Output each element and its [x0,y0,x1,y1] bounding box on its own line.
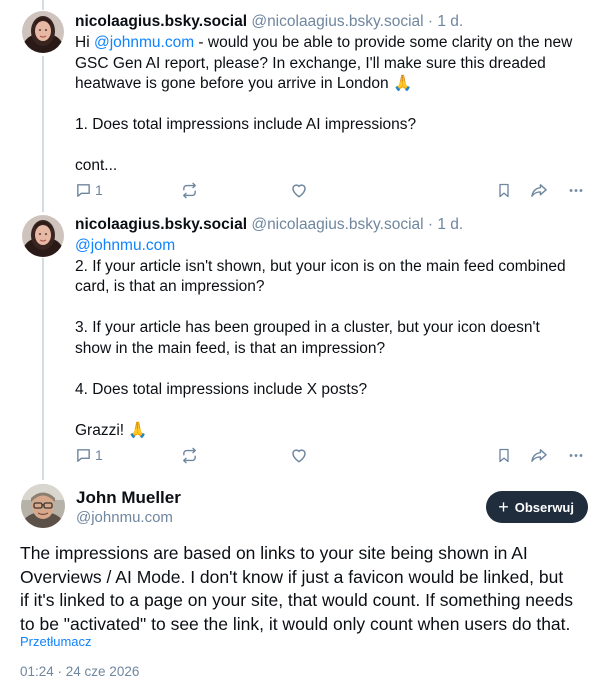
question-3-cont: show in the main feed, is that an impres… [75,339,386,357]
repost-button[interactable] [181,444,198,466]
mention-link[interactable]: @johnmu.com [94,34,194,51]
bookmark-icon [499,448,509,462]
reply-count: 1 [95,182,103,198]
text-line: Overviews / AI Mode. I don't know if jus… [20,566,564,587]
post-text: Hi @johnmu.com - would you be able to pr… [75,33,596,177]
post-header: nicolaagius.bsky.social @nicolaagius.bsk… [75,12,596,32]
bookmark-button[interactable] [496,179,512,201]
repost-icon [183,447,196,463]
reply-post-2[interactable]: nicolaagius.bsky.social @nicolaagius.bsk… [0,210,610,475]
reply-count: 1 [95,447,103,463]
text-line: The impressions are based on links to yo… [20,543,528,563]
separator: · [423,13,438,30]
reply-post-1[interactable]: nicolaagius.bsky.social @nicolaagius.bsk… [0,0,610,210]
post-time[interactable]: 1 d. [437,216,463,233]
follow-label: Obserwuj [514,499,574,515]
post-actions: 1 [75,179,592,201]
reply-icon [77,448,90,462]
author-name[interactable]: nicolaagius.bsky.social [75,216,247,233]
author-handle[interactable]: @nicolaagius.bsky.social [251,13,423,30]
post-timestamp[interactable]: 01:24 · 24 cze 2026 [20,664,139,679]
question-2: 2. If your article isn't shown, but your… [75,257,566,275]
avatar[interactable] [22,11,64,53]
text-line: GSC Gen AI report, please? In exchange, … [75,54,546,72]
greeting-text: Hi [75,34,94,51]
like-button[interactable] [290,179,308,201]
text-line: - would you be able to provide some clar… [194,34,573,51]
question-3: 3. If your article has been grouped in a… [75,319,540,336]
separator: · [423,216,438,233]
share-icon [531,448,547,462]
text-line: to be "activated" to see the link, it wo… [20,613,571,634]
reply-icon [77,183,90,197]
question-2-cont: card, is that an impression? [75,278,265,295]
follow-button[interactable]: + Obserwuj [486,491,588,523]
more-button[interactable] [567,444,585,466]
author-name[interactable]: John Mueller [76,487,181,509]
share-button[interactable] [530,179,548,201]
more-button[interactable] [567,179,585,201]
cont-text: cont... [75,157,118,174]
more-icon [569,453,583,457]
avatar[interactable] [21,484,65,528]
share-icon [531,183,547,197]
post-time[interactable]: 1 d. [437,13,463,30]
translate-link[interactable]: Przetłumacz [20,634,92,649]
post-header: nicolaagius.bsky.social @nicolaagius.bsk… [75,215,596,235]
author-handle[interactable]: @johnmu.com [76,508,173,528]
post-actions: 1 [75,444,592,466]
author-name[interactable]: nicolaagius.bsky.social [75,13,247,30]
like-button[interactable] [290,444,308,466]
post-text: @johnmu.com 2. If your article isn't sho… [75,236,596,441]
share-button[interactable] [530,444,548,466]
question-4: 4. Does total impressions include X post… [75,380,368,398]
avatar[interactable] [22,215,64,257]
question-1: 1. Does total impressions include AI imp… [75,116,417,133]
text-line: heatwave is gone before you arrive in Lo… [75,75,413,92]
reply-button[interactable]: 1 [75,444,103,466]
plus-icon: + [498,497,509,517]
text-line: if it's linked to a page on your site, t… [20,590,573,610]
reply-button[interactable]: 1 [75,179,103,201]
bookmark-button[interactable] [496,444,512,466]
repost-icon [183,182,196,198]
like-icon [292,184,306,198]
mention-link[interactable]: @johnmu.com [75,236,596,257]
author-handle[interactable]: @nicolaagius.bsky.social [251,216,423,233]
thanks-text: Grazzi! 🙏 [75,421,148,439]
post-text: The impressions are based on links to yo… [20,542,596,636]
bookmark-icon [499,183,509,197]
like-icon [292,449,306,463]
repost-button[interactable] [181,179,198,201]
more-icon [569,188,583,192]
